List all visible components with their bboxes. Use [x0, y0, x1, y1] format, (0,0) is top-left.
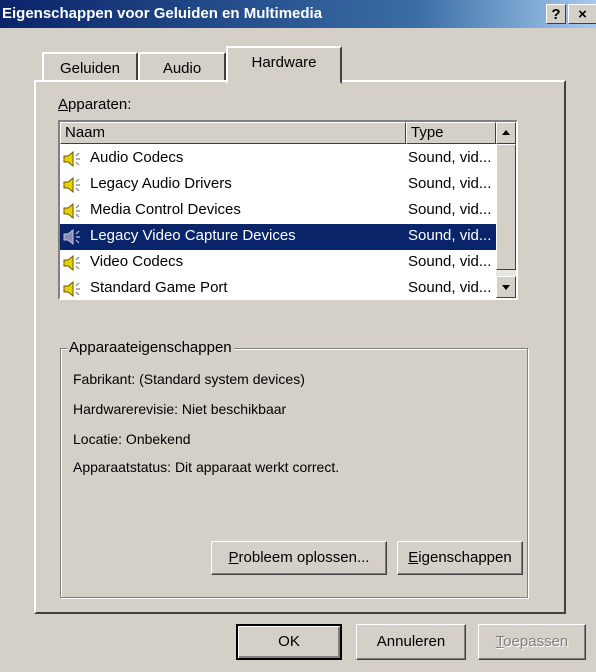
- device-type: Sound, vid...: [408, 201, 492, 218]
- list-item[interactable]: Video Codecs Sound, vid...: [60, 250, 496, 276]
- hardware-tab-panel: Apparaten: Naam Type Audio Codecs Sound,…: [34, 80, 566, 614]
- tab-geluiden[interactable]: Geluiden: [42, 52, 138, 82]
- device-name: Standard Game Port: [90, 279, 228, 296]
- ok-button[interactable]: OK: [236, 624, 342, 660]
- tab-hardware[interactable]: Hardware: [226, 46, 342, 84]
- list-item[interactable]: Legacy Audio Drivers Sound, vid...: [60, 172, 496, 198]
- device-name: Audio Codecs: [90, 149, 184, 166]
- help-button[interactable]: ?: [546, 4, 566, 24]
- list-item[interactable]: Standard Game Port Sound, vid...: [60, 276, 496, 298]
- speaker-icon: [63, 150, 80, 168]
- tab-label: Geluiden: [59, 60, 121, 77]
- apply-button[interactable]: Toepassen: [478, 624, 586, 660]
- device-name: Media Control Devices: [90, 201, 241, 218]
- hardware-revision-text: Hardwarerevisie: Niet beschikbaar: [73, 401, 287, 417]
- device-status-text: Apparaatstatus: Dit apparaat werkt corre…: [73, 459, 340, 475]
- vertical-scrollbar[interactable]: [496, 122, 516, 298]
- arrow-up-icon: [502, 130, 510, 135]
- cancel-button[interactable]: Annuleren: [356, 624, 466, 660]
- device-type: Sound, vid...: [408, 279, 492, 296]
- troubleshoot-button[interactable]: Probleem oplossen...: [211, 541, 387, 575]
- scroll-down-button[interactable]: [496, 276, 516, 298]
- device-type: Sound, vid...: [408, 175, 492, 192]
- speaker-icon: [63, 228, 80, 246]
- title-bar[interactable]: Eigenschappen voor Geluiden en Multimedi…: [0, 0, 596, 28]
- device-name: Video Codecs: [90, 253, 184, 270]
- scroll-up-button[interactable]: [496, 122, 516, 144]
- manufacturer-text: Fabrikant: (Standard system devices): [73, 371, 305, 387]
- device-type: Sound, vid...: [408, 227, 492, 244]
- device-type: Sound, vid...: [408, 253, 492, 270]
- device-name: Legacy Audio Drivers: [90, 175, 232, 192]
- speaker-icon: [63, 280, 80, 298]
- devices-list[interactable]: Naam Type Audio Codecs Sound, vid... Leg…: [58, 120, 518, 300]
- list-item[interactable]: Media Control Devices Sound, vid...: [60, 198, 496, 224]
- window-title: Eigenschappen voor Geluiden en Multimedi…: [2, 5, 323, 22]
- arrow-down-icon: [502, 285, 510, 290]
- group-title: Apparaateigenschappen: [67, 339, 234, 356]
- location-text: Locatie: Onbekend: [73, 431, 191, 447]
- speaker-icon: [63, 254, 80, 272]
- device-name: Legacy Video Capture Devices: [90, 227, 296, 244]
- speaker-icon: [63, 202, 80, 220]
- list-item[interactable]: Audio Codecs Sound, vid...: [60, 146, 496, 172]
- device-properties-group: Apparaateigenschappen Fabrikant: (Standa…: [60, 339, 528, 598]
- column-header-name[interactable]: Naam: [60, 122, 406, 144]
- speaker-icon: [63, 176, 80, 194]
- column-header-type[interactable]: Type: [406, 122, 496, 144]
- tab-audio[interactable]: Audio: [138, 52, 226, 82]
- device-type: Sound, vid...: [408, 149, 492, 166]
- tab-label: Audio: [162, 60, 202, 77]
- list-item-selected[interactable]: Legacy Video Capture Devices Sound, vid.…: [60, 224, 496, 250]
- tab-label: Hardware: [251, 54, 317, 71]
- device-properties-button[interactable]: Eigenschappen: [397, 541, 523, 575]
- close-button[interactable]: ×: [568, 4, 596, 24]
- devices-label: Apparaten:: [58, 96, 132, 113]
- scroll-thumb[interactable]: [496, 144, 516, 270]
